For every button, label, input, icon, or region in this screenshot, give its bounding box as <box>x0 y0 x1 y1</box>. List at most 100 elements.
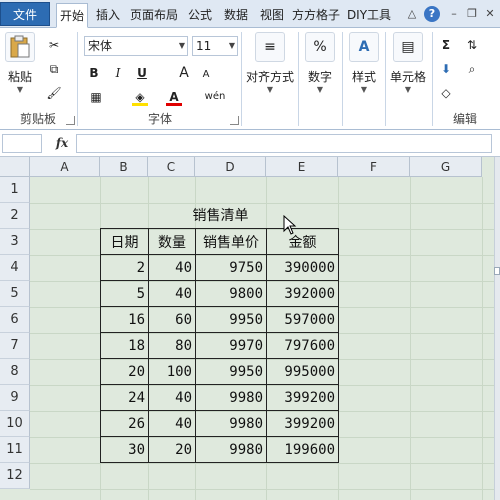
tab-data[interactable]: 数据 <box>220 3 252 28</box>
scrollbar-thumb[interactable] <box>494 267 500 275</box>
tab-page-layout[interactable]: 页面布局 <box>128 3 180 28</box>
cell[interactable]: 797600 <box>266 332 339 359</box>
italic-button[interactable]: I <box>110 64 126 82</box>
help-icon[interactable]: ? <box>424 6 440 22</box>
cells-button[interactable]: ▤ 单元格 ▼ <box>388 32 428 94</box>
cell[interactable]: 16 <box>100 306 149 333</box>
cell[interactable]: 40 <box>148 254 196 281</box>
cell[interactable]: 199600 <box>266 436 339 463</box>
vertical-scrollbar[interactable] <box>494 157 500 500</box>
format-painter-icon[interactable]: 🖌 <box>46 84 62 102</box>
tab-formulas[interactable]: 公式 <box>184 3 216 28</box>
tab-view[interactable]: 视图 <box>256 3 288 28</box>
column-header-b[interactable]: B <box>100 157 148 177</box>
cell[interactable]: 399200 <box>266 384 339 411</box>
column-header-g[interactable]: G <box>410 157 482 177</box>
cell[interactable]: 100 <box>148 358 196 385</box>
cell[interactable]: 9980 <box>195 436 267 463</box>
cell[interactable]: 80 <box>148 332 196 359</box>
clear-eraser-icon[interactable]: ◇ <box>438 84 454 102</box>
column-header-d[interactable]: D <box>195 157 266 177</box>
tab-file[interactable]: 文件 <box>0 2 50 26</box>
row-header-11[interactable]: 11 <box>0 437 30 463</box>
header-cell-unit-price[interactable]: 销售单价 <box>195 228 267 255</box>
window-close-icon[interactable]: ✕ <box>482 6 498 22</box>
header-cell-quantity[interactable]: 数量 <box>148 228 196 255</box>
cell[interactable]: 5 <box>100 280 149 307</box>
font-size-select[interactable]: 11 ▼ <box>192 36 238 56</box>
phonetic-guide-button[interactable]: wén <box>204 88 226 106</box>
shrink-font-button[interactable]: A <box>198 66 214 84</box>
insert-function-button[interactable]: fx <box>50 134 74 153</box>
column-header-a[interactable]: A <box>30 157 100 177</box>
window-minimize-icon[interactable]: – <box>446 6 462 22</box>
name-box[interactable] <box>2 134 42 153</box>
borders-icon[interactable]: ▦ <box>88 88 104 106</box>
row-header-10[interactable]: 10 <box>0 411 30 437</box>
tab-home[interactable]: 开始 <box>56 3 88 28</box>
fill-color-icon[interactable]: ◈ <box>132 88 148 106</box>
row-header-4[interactable]: 4 <box>0 255 30 281</box>
cell[interactable]: 9800 <box>195 280 267 307</box>
row-header-9[interactable]: 9 <box>0 385 30 411</box>
cell[interactable]: 40 <box>148 384 196 411</box>
header-cell-date[interactable]: 日期 <box>100 228 149 255</box>
underline-button[interactable]: U <box>134 64 150 82</box>
worksheet-grid[interactable]: A B C D E F G 1 2 3 4 5 6 7 8 9 10 11 12… <box>0 157 500 500</box>
cell[interactable]: 9970 <box>195 332 267 359</box>
cell[interactable]: 9980 <box>195 384 267 411</box>
cell[interactable]: 40 <box>148 280 196 307</box>
cell[interactable]: 9980 <box>195 410 267 437</box>
cell[interactable]: 24 <box>100 384 149 411</box>
cell[interactable]: 392000 <box>266 280 339 307</box>
cell[interactable]: 995000 <box>266 358 339 385</box>
cut-icon[interactable]: ✂ <box>46 36 62 54</box>
cell[interactable]: 20 <box>148 436 196 463</box>
sheet-title-cell[interactable]: 销售清单 <box>148 205 293 227</box>
sort-filter-icon[interactable]: ⇅ <box>464 36 480 54</box>
tab-addin-fangfang[interactable]: 方方格子 <box>292 3 340 28</box>
grow-font-button[interactable]: A <box>176 64 192 82</box>
row-header-12[interactable]: 12 <box>0 463 30 489</box>
cell[interactable]: 18 <box>100 332 149 359</box>
alignment-button[interactable]: ≡ 对齐方式 ▼ <box>244 32 296 94</box>
font-name-select[interactable]: 宋体 ▼ <box>84 36 188 56</box>
cell[interactable]: 60 <box>148 306 196 333</box>
copy-icon[interactable]: ⧉ <box>46 60 62 78</box>
cell[interactable]: 30 <box>100 436 149 463</box>
cell[interactable]: 40 <box>148 410 196 437</box>
number-format-button[interactable]: % 数字 ▼ <box>302 32 338 94</box>
font-color-button[interactable]: A <box>166 88 182 106</box>
styles-button[interactable]: A 样式 ▼ <box>346 32 382 94</box>
cell[interactable]: 390000 <box>266 254 339 281</box>
row-header-7[interactable]: 7 <box>0 333 30 359</box>
cell[interactable]: 399200 <box>266 410 339 437</box>
row-header-6[interactable]: 6 <box>0 307 30 333</box>
column-header-c[interactable]: C <box>148 157 195 177</box>
select-all-corner[interactable] <box>0 157 30 177</box>
cell[interactable]: 9950 <box>195 306 267 333</box>
autosum-button[interactable]: Σ <box>438 36 454 54</box>
cell[interactable]: 597000 <box>266 306 339 333</box>
paste-dropdown-icon[interactable]: ▼ <box>4 85 36 94</box>
cell[interactable]: 26 <box>100 410 149 437</box>
row-header-2[interactable]: 2 <box>0 203 30 229</box>
cell[interactable]: 20 <box>100 358 149 385</box>
fill-down-icon[interactable]: ⬇ <box>438 60 454 78</box>
paste-button[interactable]: 粘贴 ▼ <box>4 32 36 94</box>
header-cell-amount[interactable]: 金额 <box>266 228 339 255</box>
column-header-f[interactable]: F <box>338 157 410 177</box>
cell[interactable]: 9750 <box>195 254 267 281</box>
formula-input[interactable] <box>76 134 492 153</box>
font-launcher-icon[interactable] <box>230 116 239 125</box>
window-restore-icon[interactable]: ❐ <box>464 6 480 22</box>
row-header-3[interactable]: 3 <box>0 229 30 255</box>
row-header-8[interactable]: 8 <box>0 359 30 385</box>
find-select-icon[interactable]: ⌕ <box>464 60 480 78</box>
cell[interactable]: 2 <box>100 254 149 281</box>
tab-diy-tools[interactable]: DIY工具 <box>343 3 395 28</box>
cell[interactable]: 9950 <box>195 358 267 385</box>
column-header-e[interactable]: E <box>266 157 338 177</box>
bold-button[interactable]: B <box>86 64 102 82</box>
row-header-5[interactable]: 5 <box>0 281 30 307</box>
